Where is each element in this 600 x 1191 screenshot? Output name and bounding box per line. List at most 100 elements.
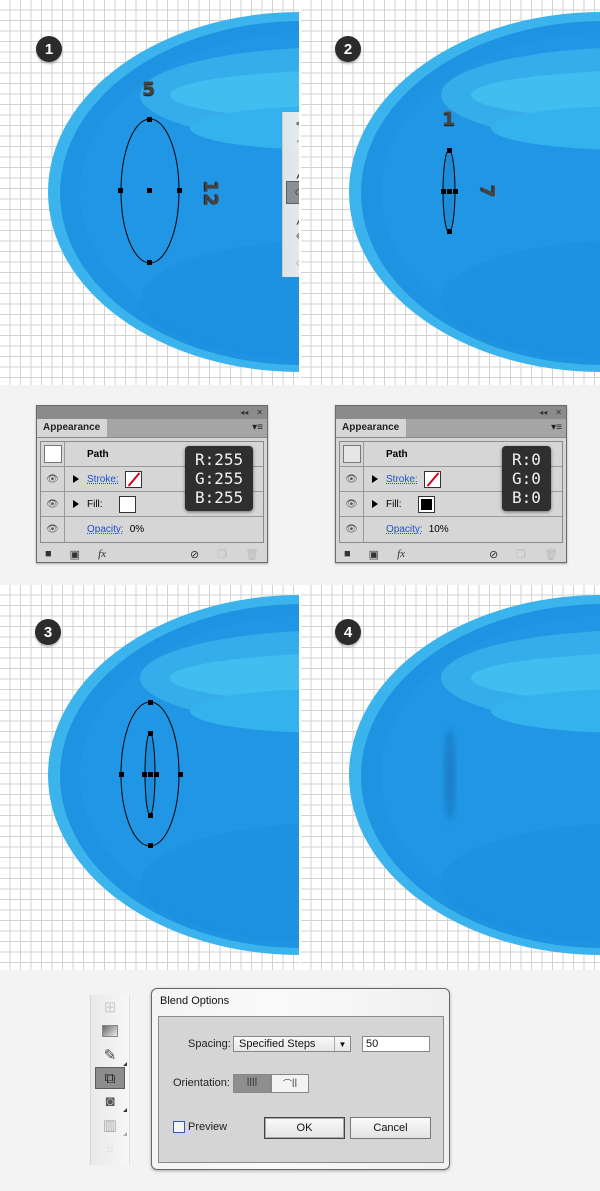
- stroke-swatch[interactable]: [423, 470, 441, 488]
- visibility-toggle[interactable]: 👁: [41, 467, 65, 491]
- height-dimension-label: 7: [476, 184, 499, 198]
- pencil-tool[interactable]: ✎: [283, 227, 300, 250]
- canvas-step-2: 2 1 7: [301, 0, 600, 385]
- add-fill-icon[interactable]: ▣: [369, 548, 379, 561]
- line-tool[interactable]: ╱: [283, 158, 300, 181]
- preview-label: Preview: [188, 1121, 228, 1133]
- rgb-blue: B:255: [195, 488, 244, 507]
- chevron-down-icon: ▼: [334, 1037, 350, 1051]
- visibility-toggle[interactable]: 👁: [340, 467, 364, 491]
- canvas-step-3: 3: [0, 585, 300, 970]
- width-dimension-label: 1: [442, 108, 456, 130]
- visibility-toggle[interactable]: 👁: [340, 492, 364, 516]
- eye-icon: 👁: [46, 524, 59, 535]
- visibility-toggle[interactable]: 👁: [340, 517, 364, 542]
- opacity-row[interactable]: 👁 Opacity: 0%: [41, 517, 263, 542]
- tab-appearance[interactable]: Appearance: [37, 419, 107, 437]
- visibility-toggle[interactable]: 👁: [41, 517, 65, 542]
- spacing-value: Specified Steps: [239, 1038, 316, 1050]
- close-icon[interactable]: ✕: [555, 408, 562, 417]
- rgb-green: G:255: [195, 469, 244, 488]
- gradient-tool[interactable]: [91, 1019, 129, 1043]
- panel-menu-icon[interactable]: ▾≡: [551, 422, 562, 433]
- panel-titlebar: ◂◂ ✕: [37, 406, 267, 419]
- eyedropper-tool[interactable]: ✎: [91, 1043, 129, 1067]
- expand-triangle-icon[interactable]: [372, 500, 378, 508]
- ellipse-tool[interactable]: ⬭: [286, 181, 300, 204]
- collapse-icon[interactable]: ◂◂: [240, 408, 248, 417]
- pen-tool[interactable]: ✒: [283, 112, 300, 135]
- clear-appearance-icon[interactable]: ⊘: [190, 548, 199, 561]
- spacing-select[interactable]: Specified Steps ▼: [233, 1036, 351, 1052]
- delete-icon[interactable]: 🗑: [245, 548, 259, 561]
- artboard-icon: ⌗: [105, 1140, 115, 1158]
- panel-titlebar: ◂◂ ✕: [336, 406, 566, 419]
- close-icon[interactable]: ✕: [256, 408, 263, 417]
- rgb-green: G:0: [512, 469, 541, 488]
- mesh-tool[interactable]: ⊞: [91, 995, 129, 1019]
- spacing-label: Spacing:: [188, 1038, 231, 1050]
- opacity-row[interactable]: 👁 Opacity: 10%: [340, 517, 562, 542]
- expand-triangle-icon[interactable]: [73, 475, 79, 483]
- column-graph-tool[interactable]: ▥: [91, 1113, 129, 1137]
- path-label: Path: [386, 448, 408, 460]
- rgb-red: R:255: [195, 450, 244, 469]
- step-badge: 2: [335, 36, 361, 62]
- artboard-tool[interactable]: ⌗: [91, 1137, 129, 1161]
- align-to-page-icon: ꟾꟾꟾꟾ: [246, 1078, 258, 1088]
- fill-label: Fill:: [386, 498, 402, 510]
- paintbrush-tool[interactable]: ╱: [283, 204, 300, 227]
- type-tool[interactable]: T: [283, 135, 300, 158]
- step-badge: 4: [335, 619, 361, 645]
- tools-panel: ✒ T ╱ ⬭ ╱ ✎ ◇: [282, 112, 300, 277]
- opacity-value: 10%: [428, 524, 449, 535]
- expand-triangle-icon[interactable]: [73, 500, 79, 508]
- opacity-value: 0%: [129, 524, 145, 535]
- eye-icon: 👁: [46, 473, 59, 485]
- path-thumbnail: [43, 445, 62, 463]
- rgb-red: R:0: [512, 450, 541, 469]
- tab-appearance[interactable]: Appearance: [336, 419, 406, 437]
- align-to-page-button[interactable]: ꟾꟾꟾꟾ: [233, 1074, 271, 1093]
- symbol-sprayer-tool[interactable]: ◙: [91, 1089, 129, 1113]
- eye-icon: 👁: [46, 498, 59, 510]
- duplicate-item-icon[interactable]: ❐: [217, 548, 227, 561]
- add-fill-icon[interactable]: ▣: [70, 548, 80, 561]
- add-stroke-icon[interactable]: ■: [344, 548, 351, 560]
- opacity-link[interactable]: Opacity:: [386, 524, 423, 535]
- stroke-link[interactable]: Stroke:: [386, 474, 418, 485]
- align-to-path-button[interactable]: ⌒ꟾꟾ: [271, 1074, 309, 1093]
- delete-icon[interactable]: 🗑: [544, 548, 558, 561]
- path-thumbnail: [342, 445, 361, 463]
- eraser-tool[interactable]: ◇: [283, 250, 300, 273]
- column-graph-icon: ▥: [102, 1117, 118, 1134]
- fx-icon[interactable]: fx: [98, 548, 106, 560]
- clear-appearance-icon[interactable]: ⊘: [489, 548, 498, 561]
- stroke-swatch[interactable]: [124, 470, 142, 488]
- blend-tool[interactable]: ⧉: [95, 1067, 125, 1089]
- panel-menu-icon[interactable]: ▾≡: [252, 422, 263, 433]
- canvas-step-4: 4: [301, 585, 600, 970]
- add-stroke-icon[interactable]: ■: [45, 548, 52, 560]
- mesh-icon: ⊞: [103, 999, 117, 1016]
- preview-checkbox[interactable]: [173, 1121, 185, 1133]
- fill-swatch[interactable]: [417, 495, 435, 513]
- eye-icon: 👁: [345, 473, 358, 485]
- cancel-button[interactable]: Cancel: [350, 1117, 431, 1139]
- visibility-toggle[interactable]: 👁: [41, 492, 65, 516]
- height-dimension-label: 12: [200, 179, 223, 207]
- rgb-tooltip: R:0 G:0 B:0: [502, 446, 551, 511]
- width-dimension-label: 5: [142, 78, 156, 100]
- opacity-link[interactable]: Opacity:: [87, 524, 124, 535]
- fill-label: Fill:: [87, 498, 103, 510]
- blended-shadow: [444, 729, 456, 821]
- fx-icon[interactable]: fx: [397, 548, 405, 560]
- fill-swatch[interactable]: [118, 495, 136, 513]
- steps-input[interactable]: 50: [362, 1036, 430, 1052]
- ok-button[interactable]: OK: [264, 1117, 345, 1139]
- stroke-link[interactable]: Stroke:: [87, 474, 119, 485]
- duplicate-item-icon[interactable]: ❐: [516, 548, 526, 561]
- expand-triangle-icon[interactable]: [372, 475, 378, 483]
- step-badge: 1: [36, 36, 62, 62]
- collapse-icon[interactable]: ◂◂: [539, 408, 547, 417]
